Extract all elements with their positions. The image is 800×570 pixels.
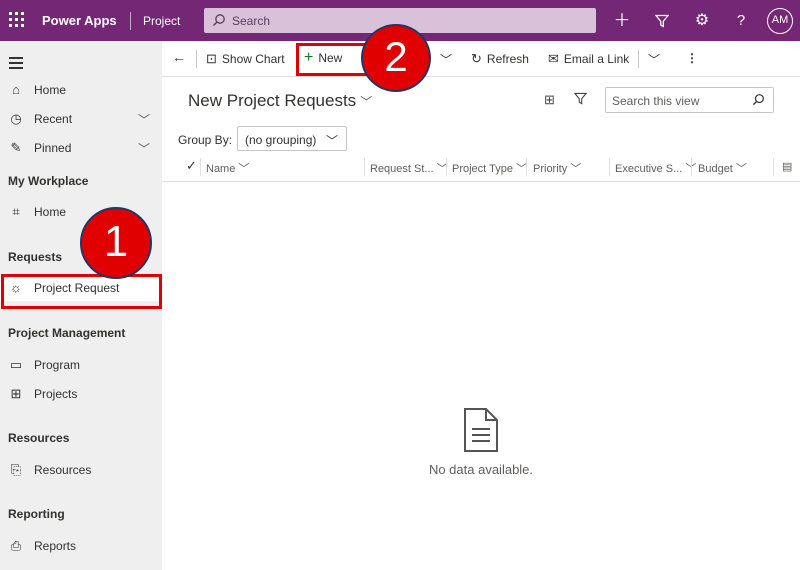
divider xyxy=(609,158,610,176)
divider xyxy=(638,50,639,68)
more-options-icon[interactable]: ⋮ xyxy=(686,51,698,65)
empty-state xyxy=(162,407,800,456)
divider xyxy=(196,50,197,68)
help-icon[interactable]: ? xyxy=(730,10,752,32)
divider xyxy=(364,158,365,176)
chevron-down-icon: ﹀ xyxy=(360,95,373,109)
highlight-box-new xyxy=(296,43,368,76)
section-resources: Resources xyxy=(8,431,70,445)
chevron-down-icon[interactable]: ﹀ xyxy=(138,140,150,157)
chevron-down-icon[interactable]: ﹀ xyxy=(440,51,452,68)
sidebar-item-label: Projects xyxy=(34,387,78,401)
email-link-label: Email a Link xyxy=(563,52,630,66)
section-project-management: Project Management xyxy=(8,326,126,340)
empty-state-text: No data available. xyxy=(428,462,534,477)
dashboard-icon: ⌗ xyxy=(12,204,20,219)
main-view: New Project Requests ﹀ ⊞ Search this view… xyxy=(162,77,800,570)
sidebar-item-label: Home xyxy=(34,83,67,97)
sidebar-item-home[interactable]: ⌂ Home xyxy=(0,77,162,103)
sidebar-item-label: Pinned xyxy=(34,141,72,155)
select-all-checkmark-icon[interactable]: ✓ xyxy=(186,158,197,174)
sidebar-item-recent[interactable]: ◷ Recent ﹀ xyxy=(0,106,162,132)
home-icon: ⌂ xyxy=(12,82,20,97)
laptop-icon: ▭ xyxy=(9,357,23,372)
chevron-down-icon[interactable]: ﹀ xyxy=(138,111,150,128)
hamburger-menu-icon[interactable] xyxy=(9,57,23,72)
resource-icon: ⎘ xyxy=(10,462,22,477)
grid-header: ✓ Name ﹀ Request St... ﹀ Project Type ﹀ … xyxy=(162,154,800,182)
column-header-name[interactable]: Name ﹀ xyxy=(206,160,249,176)
clock-icon: ◷ xyxy=(10,111,22,126)
refresh-label: Refresh xyxy=(486,52,529,66)
search-icon xyxy=(213,14,225,26)
divider xyxy=(446,158,447,176)
edit-columns-icon[interactable]: ⊞ xyxy=(544,92,555,108)
projects-icon: ⊞ xyxy=(10,386,22,401)
view-selector[interactable]: New Project Requests ﹀ xyxy=(188,91,372,111)
callout-badge-2: 2 xyxy=(361,24,431,92)
sidebar-item-resources[interactable]: ⎘ Resources xyxy=(0,457,162,483)
sidebar-item-pinned[interactable]: ✎ Pinned ﹀ xyxy=(0,135,162,161)
show-chart-button[interactable]: ⊡ Show Chart xyxy=(206,51,285,67)
show-chart-label: Show Chart xyxy=(221,52,285,66)
column-options-icon[interactable]: ▤ xyxy=(782,160,792,173)
highlight-box-project-request xyxy=(1,274,162,309)
sidebar-item-label: Home xyxy=(34,205,67,219)
back-arrow-icon[interactable]: ← xyxy=(172,49,186,65)
add-icon[interactable]: ＋ xyxy=(611,10,633,32)
group-by-value: (no grouping) xyxy=(245,133,317,147)
chevron-down-icon: ﹀ xyxy=(325,134,338,148)
settings-icon[interactable]: ⚙ xyxy=(691,10,713,32)
divider xyxy=(130,12,131,30)
app-name[interactable]: Power Apps xyxy=(42,13,117,28)
refresh-icon: ↻ xyxy=(471,51,482,66)
filter-icon[interactable] xyxy=(573,92,588,108)
search-placeholder: Search xyxy=(232,14,271,28)
sidebar-item-label: Recent xyxy=(34,112,73,126)
avatar[interactable]: AM xyxy=(767,8,793,34)
column-header-priority[interactable]: Priority ﹀ xyxy=(533,160,581,176)
command-bar: ← ⊡ Show Chart + New ﹀ ↻ Refresh ✉ Email a L… xyxy=(162,41,800,77)
page-title: New Project Requests xyxy=(188,91,357,110)
column-header-executive-sponsor[interactable]: Executive S... ﹀ xyxy=(615,160,696,176)
sidebar-item-label: Reports xyxy=(34,539,77,553)
sidebar-item-reports[interactable]: ⎙ Reports xyxy=(0,533,162,559)
sidebar-item-label: Resources xyxy=(34,463,92,477)
search-placeholder: Search this view xyxy=(612,94,700,108)
chart-icon: ⊡ xyxy=(206,51,217,66)
filter-icon[interactable] xyxy=(651,10,673,32)
divider xyxy=(526,158,527,176)
group-by-label: Group By: xyxy=(178,133,233,147)
column-header-project-type[interactable]: Project Type ﹀ xyxy=(452,160,527,176)
group-by-select[interactable]: (no grouping) ﹀ xyxy=(237,126,347,151)
view-search-input[interactable]: Search this view xyxy=(605,87,774,113)
chevron-down-icon[interactable]: ﹀ xyxy=(648,51,660,68)
column-header-request-status[interactable]: Request St... ﹀ xyxy=(370,160,448,176)
section-requests: Requests xyxy=(8,250,63,264)
section-reporting: Reporting xyxy=(8,507,65,521)
refresh-button[interactable]: ↻ Refresh xyxy=(471,51,529,67)
sidebar-item-projects[interactable]: ⊞ Projects xyxy=(0,381,162,407)
column-header-budget[interactable]: Budget ﹀ xyxy=(698,160,747,176)
section-my-workplace: My Workplace xyxy=(8,174,89,188)
email-icon: ✉ xyxy=(548,51,559,66)
document-icon xyxy=(464,408,498,452)
email-link-button[interactable]: ✉ Email a Link xyxy=(548,51,629,67)
search-icon[interactable] xyxy=(752,93,765,109)
sidebar-item-label: Program xyxy=(34,358,81,372)
app-area-label[interactable]: Project xyxy=(143,14,180,28)
divider xyxy=(200,158,201,176)
callout-badge-1: 1 xyxy=(80,207,152,279)
divider xyxy=(773,158,774,176)
report-icon: ⎙ xyxy=(10,538,22,553)
divider xyxy=(691,158,692,176)
sidebar-item-program[interactable]: ▭ Program xyxy=(0,352,162,378)
waffle-icon[interactable] xyxy=(9,12,25,28)
pin-icon: ✎ xyxy=(10,140,22,155)
